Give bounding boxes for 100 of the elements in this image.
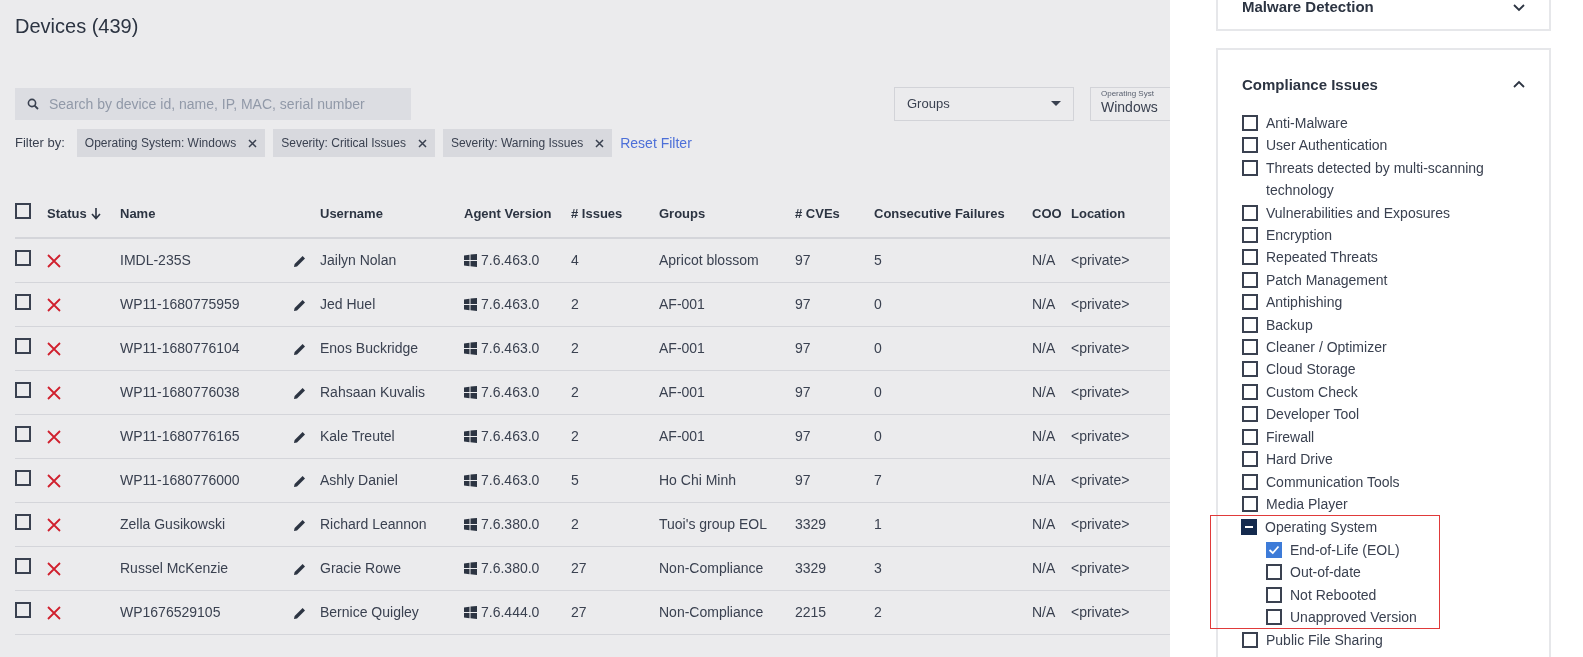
checkbox-label[interactable]: Vulnerabilities and Exposures: [1266, 201, 1450, 225]
checkbox[interactable]: [1242, 473, 1258, 490]
search-field[interactable]: Search by device id, name, IP, MAC, serial number: [15, 88, 411, 120]
table-cell-text: <private>: [1071, 471, 1131, 490]
row-checkbox[interactable]: [15, 293, 31, 310]
table-cell-text: Ashly Daniel: [320, 471, 399, 490]
column-header[interactable]: Username: [320, 204, 383, 224]
section-title[interactable]: Malware Detection: [1242, 0, 1374, 19]
checkbox[interactable]: [1242, 159, 1258, 176]
chevron-up-icon[interactable]: [1513, 80, 1525, 90]
table-cell-text: N/A: [1032, 383, 1057, 402]
reset-filter-link[interactable]: Reset Filter: [620, 132, 692, 154]
checkbox-label[interactable]: Antiphishing: [1266, 291, 1343, 314]
checkbox-label[interactable]: Not Rebooted: [1290, 583, 1377, 606]
close-icon[interactable]: [595, 138, 605, 148]
checkbox-label[interactable]: Cleaner / Optimizer: [1266, 336, 1387, 359]
checkbox-label[interactable]: Patch Management: [1266, 268, 1388, 292]
checkbox-label[interactable]: Anti-Malware: [1266, 112, 1348, 135]
checkbox[interactable]: [1242, 249, 1258, 266]
edit-icon[interactable]: [294, 562, 306, 575]
row-checkbox[interactable]: [15, 469, 31, 486]
edit-icon[interactable]: [294, 474, 306, 487]
checkbox[interactable]: [1242, 495, 1258, 512]
checkbox[interactable]: [1266, 586, 1282, 603]
windows-icon: [464, 474, 477, 487]
edit-icon[interactable]: [294, 430, 306, 443]
edit-icon[interactable]: [294, 254, 306, 267]
checkbox-label[interactable]: Communication Tools: [1266, 470, 1400, 493]
checkbox-label[interactable]: Out-of-date: [1290, 561, 1361, 584]
column-header[interactable]: # CVEs: [795, 204, 840, 224]
table-cell-text: 0: [874, 427, 883, 446]
checkbox[interactable]: [1242, 115, 1258, 131]
column-header[interactable]: Location: [1071, 204, 1126, 224]
checkbox-label[interactable]: Firewall: [1266, 425, 1315, 449]
windows-icon: [464, 386, 477, 399]
sort-down-icon[interactable]: [90, 208, 101, 220]
checkbox[interactable]: [1266, 541, 1282, 558]
checkbox[interactable]: [1242, 632, 1258, 649]
checkbox[interactable]: [1242, 227, 1258, 244]
edit-icon[interactable]: [294, 518, 306, 531]
windows-icon: [464, 298, 477, 311]
checkbox-label[interactable]: Media Player: [1266, 492, 1348, 516]
table-cell-text: 7: [874, 471, 883, 490]
checkbox[interactable]: [1242, 451, 1258, 468]
chip-label: Severity: Critical Issues: [281, 135, 406, 152]
column-header[interactable]: Groups: [659, 204, 706, 224]
checkbox[interactable]: [1242, 204, 1258, 221]
checkbox[interactable]: [1242, 294, 1258, 311]
checkbox[interactable]: [1242, 406, 1258, 423]
checkbox-label[interactable]: Operating System: [1265, 516, 1378, 539]
row-checkbox[interactable]: [15, 381, 31, 398]
checkbox-label[interactable]: User Authentication: [1266, 134, 1388, 157]
checkbox-label[interactable]: Developer Tool: [1266, 403, 1360, 426]
table-cell-text: WP11-1680776165: [120, 427, 241, 446]
checkbox[interactable]: [1242, 316, 1258, 333]
row-checkbox[interactable]: [15, 425, 31, 442]
checkbox[interactable]: [1242, 383, 1258, 400]
close-icon[interactable]: [417, 138, 427, 148]
checkbox-label[interactable]: End-of-Life (EOL): [1290, 538, 1400, 562]
row-checkbox[interactable]: [15, 513, 31, 530]
chevron-down-icon[interactable]: [1513, 2, 1525, 12]
table-cell-text: Richard Leannon: [320, 515, 428, 534]
close-icon[interactable]: [248, 138, 258, 148]
table-cell-text: WP11-1680776038: [120, 383, 241, 402]
checkbox[interactable]: [1241, 519, 1257, 536]
checkbox-label[interactable]: Custom Check: [1266, 380, 1358, 404]
edit-icon[interactable]: [294, 298, 306, 311]
checkbox-label[interactable]: Cloud Storage: [1266, 358, 1356, 381]
checkbox[interactable]: [1242, 361, 1258, 378]
column-header[interactable]: COO: [1032, 204, 1062, 224]
checkbox-label[interactable]: Repeated Threats: [1266, 246, 1378, 269]
table-cell-text: 2: [571, 339, 580, 358]
checkbox-label[interactable]: Unapproved Version: [1290, 605, 1417, 629]
column-header[interactable]: Consecutive Failures: [874, 204, 1005, 224]
checkbox[interactable]: [1266, 564, 1282, 581]
row-checkbox[interactable]: [15, 601, 31, 618]
section-title[interactable]: Compliance Issues: [1242, 73, 1378, 96]
checkbox-label[interactable]: Public File Sharing: [1266, 629, 1383, 652]
row-checkbox[interactable]: [15, 337, 31, 354]
checkbox[interactable]: [1266, 608, 1282, 625]
checkbox-label[interactable]: Backup: [1266, 313, 1313, 337]
groups-dropdown[interactable]: Groups: [894, 87, 1074, 121]
row-checkbox[interactable]: [15, 249, 31, 266]
table-cell-text: Enos Buckridge: [320, 339, 420, 358]
select-all-checkbox[interactable]: [15, 203, 31, 220]
checkbox-label[interactable]: Encryption: [1266, 224, 1333, 247]
row-checkbox[interactable]: [15, 557, 31, 574]
checkbox-label[interactable]: Threats detected by multi-scanning technology: [1266, 156, 1525, 202]
edit-icon[interactable]: [294, 386, 306, 399]
checkbox[interactable]: [1242, 339, 1258, 356]
edit-icon[interactable]: [294, 342, 306, 355]
checkbox[interactable]: [1242, 271, 1258, 288]
checkbox-label[interactable]: Hard Drive: [1266, 448, 1333, 471]
column-header[interactable]: Agent Version: [464, 204, 552, 224]
checkbox[interactable]: [1242, 428, 1258, 445]
column-header[interactable]: # Issues: [571, 204, 623, 224]
column-header[interactable]: Status: [47, 204, 101, 224]
column-header[interactable]: Name: [120, 204, 156, 224]
checkbox[interactable]: [1242, 137, 1258, 154]
edit-icon[interactable]: [294, 606, 306, 619]
